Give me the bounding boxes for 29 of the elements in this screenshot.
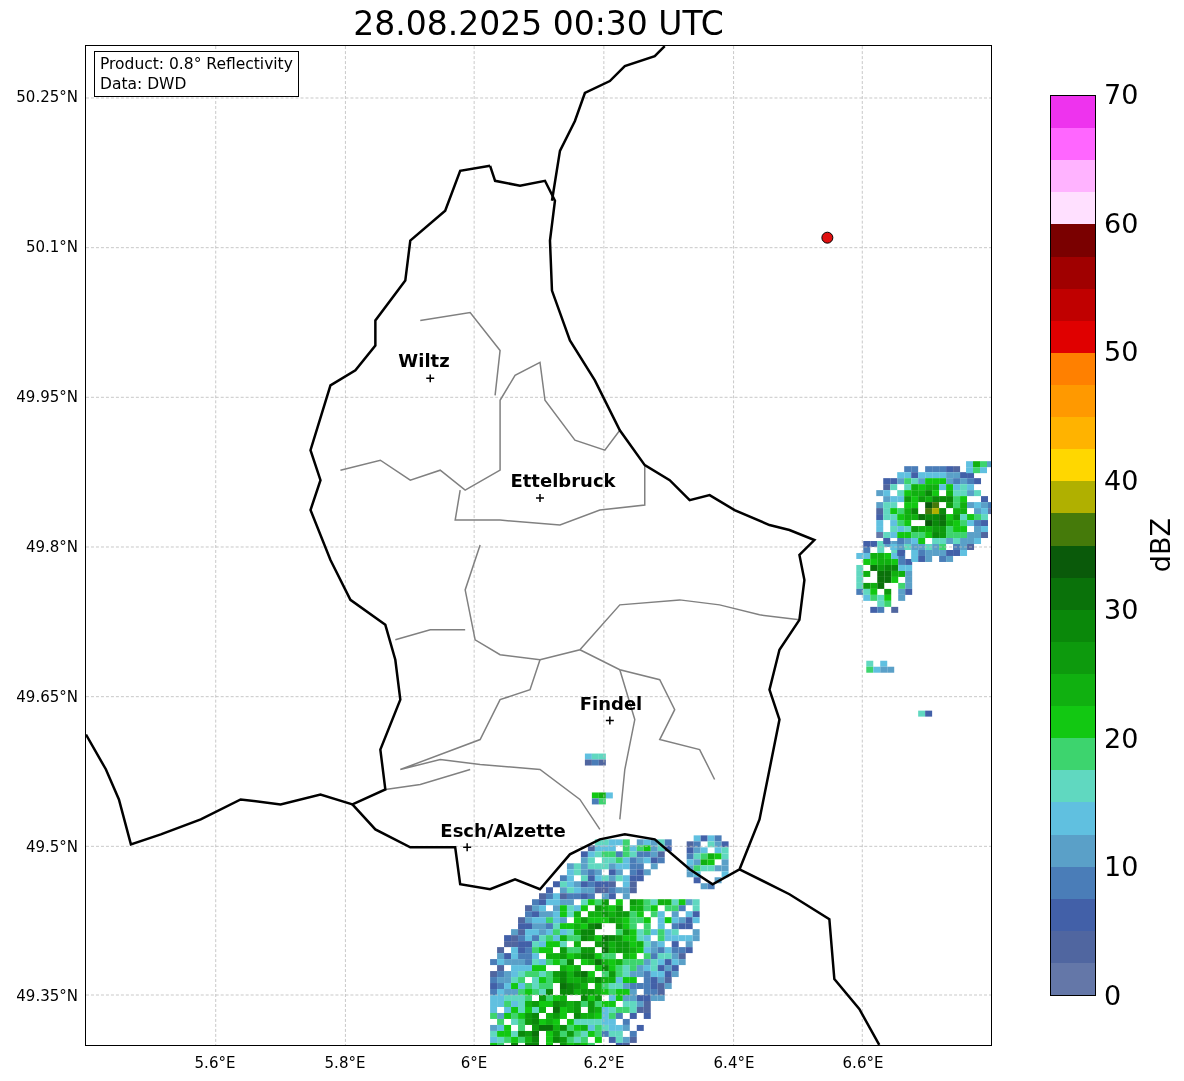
colorbar-tick-label: 0 bbox=[1104, 981, 1122, 1011]
info-text: Data: DWD bbox=[100, 74, 188, 94]
latitude-tick-label: 50.25°N bbox=[16, 88, 78, 106]
colorbar-label: dBZ bbox=[1146, 518, 1176, 573]
longitude-tick-label: 6.6°E bbox=[841, 1054, 885, 1072]
latitude-tick-label: 49.35°N bbox=[16, 987, 78, 1005]
colorbar-tick-label: 60 bbox=[1104, 208, 1139, 239]
colorbar-tick-label: 40 bbox=[1104, 466, 1139, 497]
longitude-tick-label: 6°E bbox=[459, 1054, 489, 1072]
longitude-tick-label: 5.6°E bbox=[193, 1054, 237, 1072]
city-label: Esch/Alzette bbox=[439, 821, 567, 841]
chart-title: 28.08.2025 00:30 UTC bbox=[353, 4, 724, 45]
latitude-tick-label: 49.5°N bbox=[25, 838, 78, 856]
latitude-tick-label: 49.8°N bbox=[25, 538, 78, 556]
colorbar-tick-label: 50 bbox=[1104, 337, 1139, 368]
colorbar-tick-label: 30 bbox=[1104, 594, 1139, 625]
colorbar-tick-label: 10 bbox=[1104, 852, 1139, 883]
colorbar-tick-label: 70 bbox=[1104, 80, 1139, 110]
longitude-tick-label: 6.2°E bbox=[582, 1054, 626, 1072]
latitude-tick-label: 50.1°N bbox=[25, 238, 78, 256]
city-label: Ettelbruck bbox=[509, 471, 617, 491]
city-label: Findel bbox=[578, 694, 644, 714]
latitude-tick-label: 49.95°N bbox=[16, 388, 78, 406]
city-label: Wiltz bbox=[397, 351, 451, 371]
info-text: Product: 0.8° Reflectivity bbox=[100, 54, 293, 74]
latitude-tick-label: 49.65°N bbox=[16, 688, 78, 706]
longitude-tick-label: 5.8°E bbox=[323, 1054, 367, 1072]
longitude-tick-label: 6.4°E bbox=[712, 1054, 756, 1072]
colorbar-tick-label: 20 bbox=[1104, 723, 1139, 754]
